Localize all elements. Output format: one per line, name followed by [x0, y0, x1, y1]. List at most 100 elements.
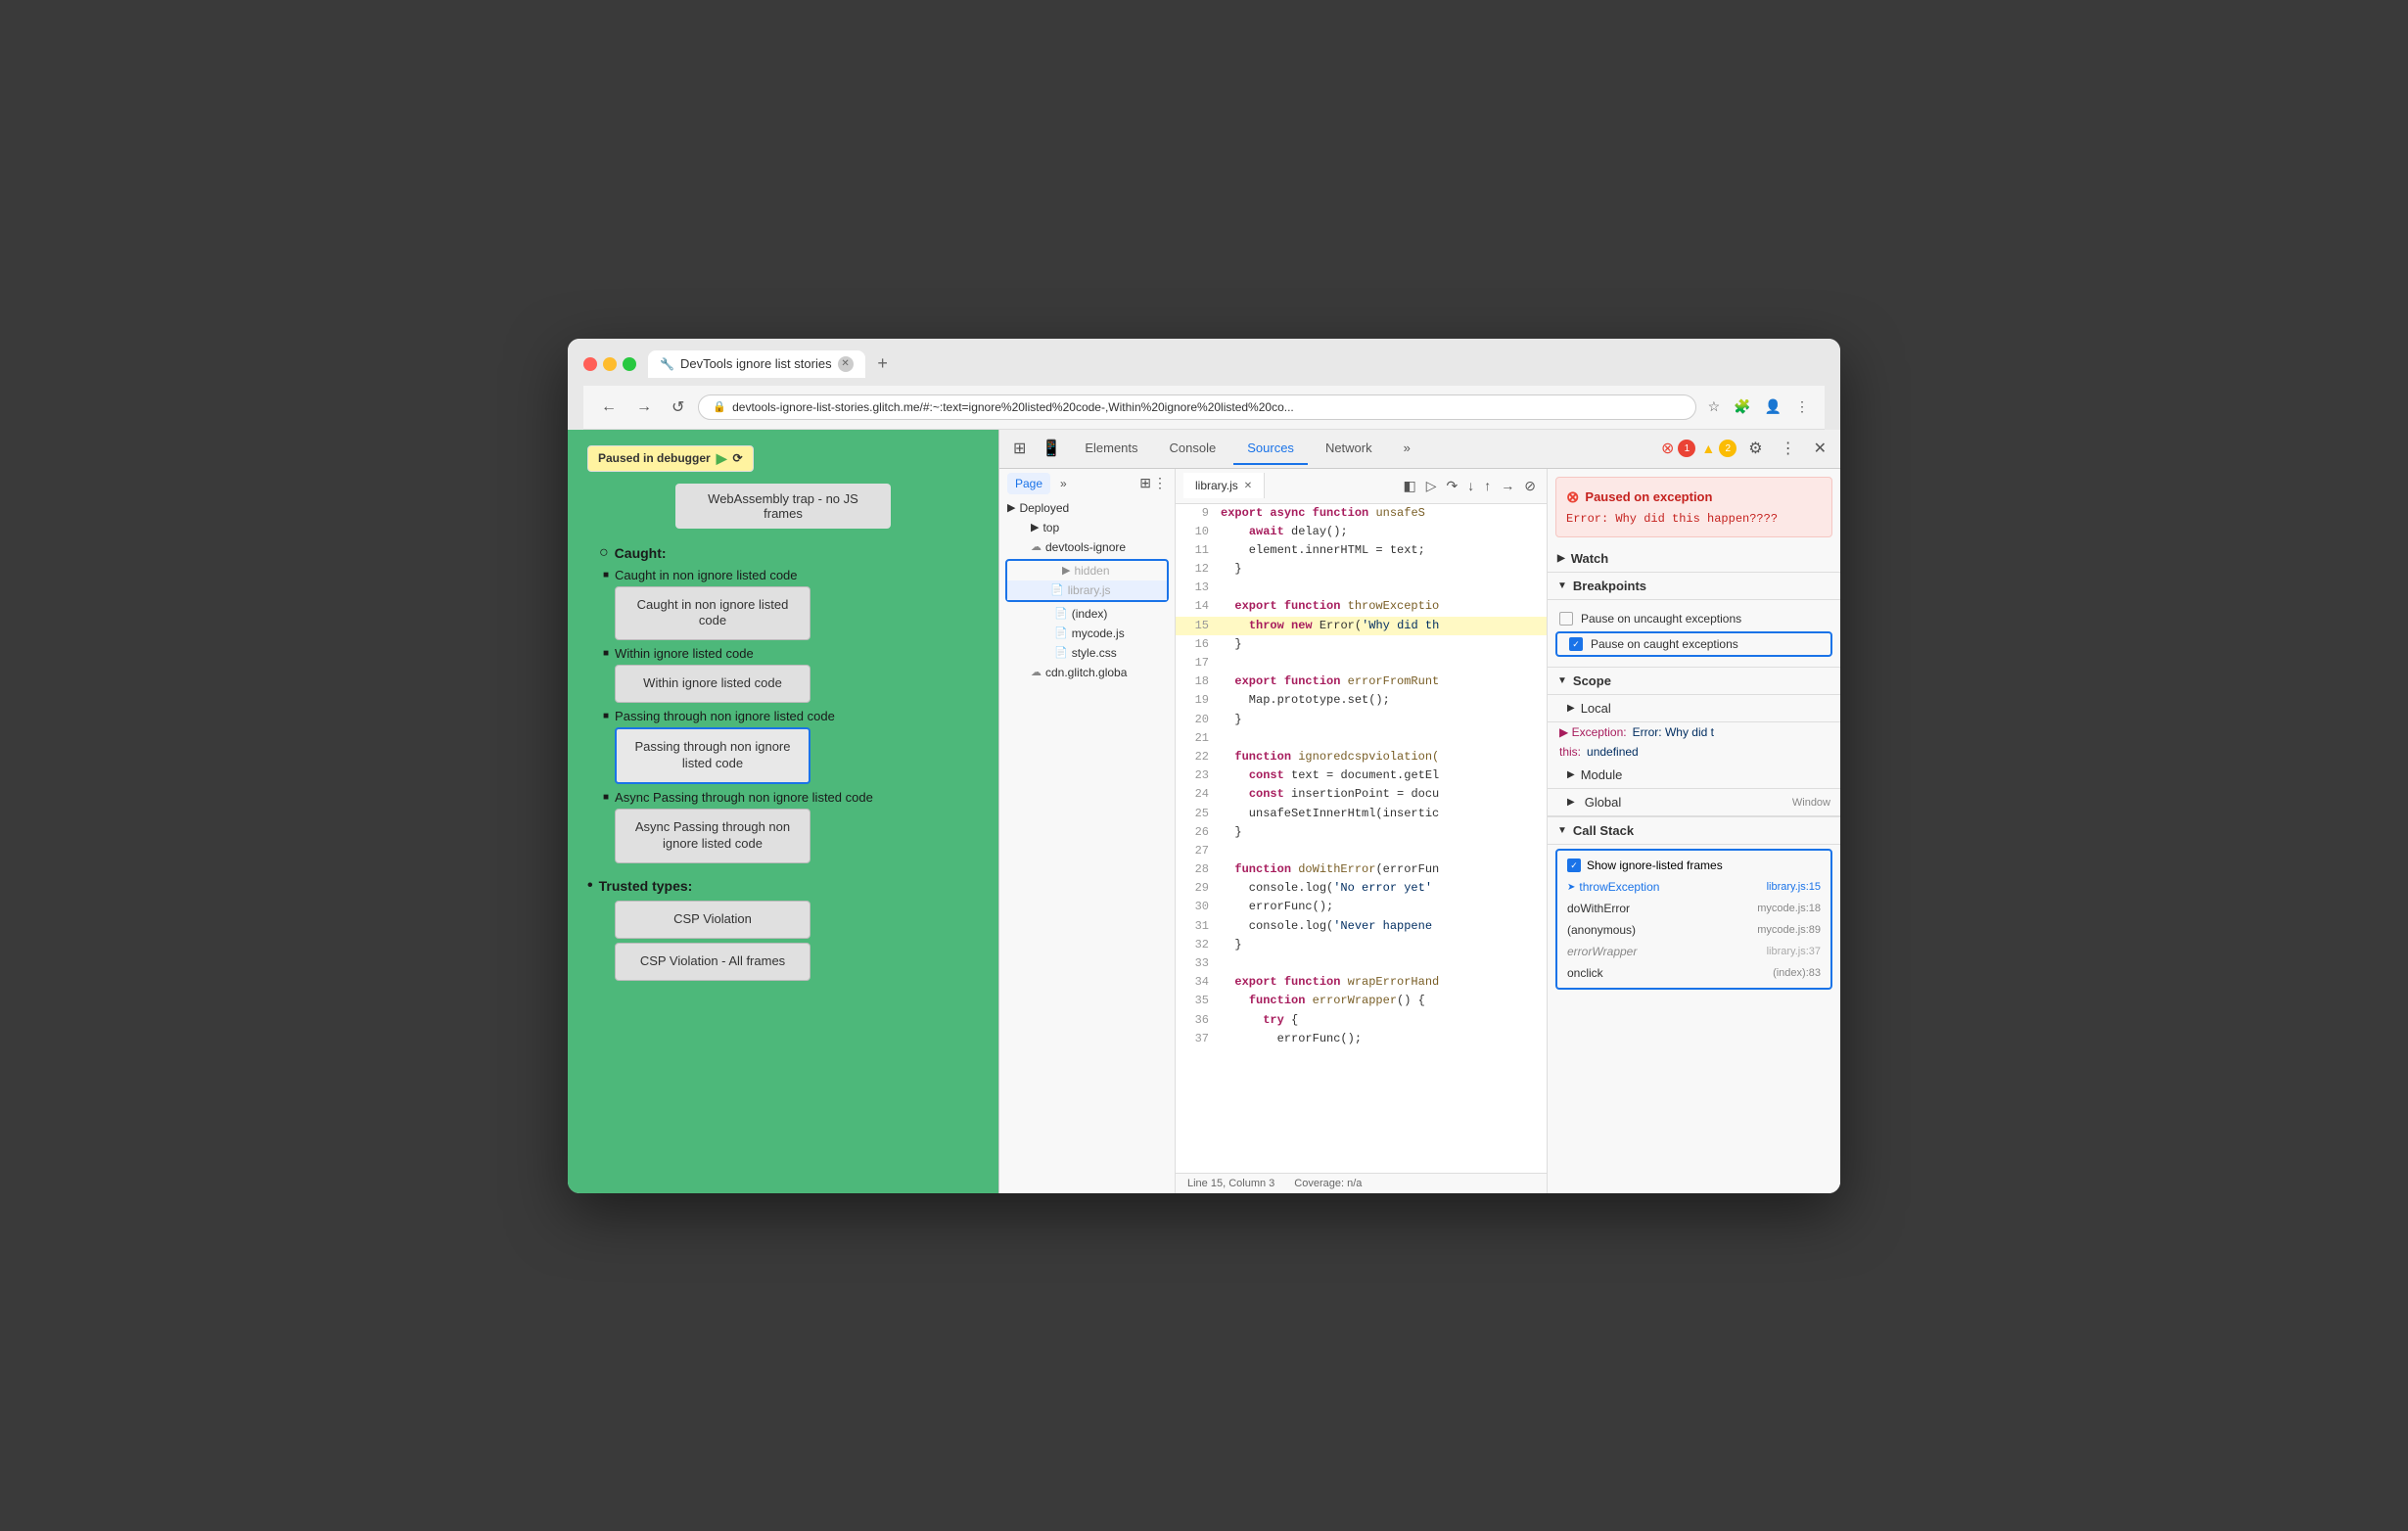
- code-line-25: 25 unsafeSetInnerHtml(insertic: [1176, 805, 1547, 823]
- step-over-btn[interactable]: ↷: [1444, 475, 1461, 497]
- cs-loc-0: library.js:15: [1767, 881, 1821, 893]
- deployed-folder[interactable]: ▶ Deployed: [999, 498, 1175, 518]
- passing-through-button[interactable]: Passing through non ignore listed code: [615, 727, 810, 784]
- caught-non-ignore-button[interactable]: Caught in non ignore listed code: [615, 586, 810, 641]
- csp-violation-button[interactable]: CSP Violation: [615, 901, 810, 939]
- code-line-10: 10 await delay();: [1176, 523, 1547, 541]
- watch-section-header[interactable]: ▶ Watch: [1548, 545, 1840, 573]
- step-next-btn[interactable]: →: [1498, 475, 1517, 496]
- local-scope-header[interactable]: ▶ Local: [1548, 695, 1840, 722]
- page-tab[interactable]: Page: [1007, 473, 1050, 494]
- file-tree: Page » ⊞ ⋮ ▶ Deployed ▶ top: [999, 469, 1176, 1193]
- top-folder[interactable]: ▶ top: [1011, 518, 1175, 537]
- tab-console[interactable]: Console: [1156, 433, 1230, 465]
- code-line-11: 11 element.innerHTML = text;: [1176, 541, 1547, 560]
- play-icon[interactable]: ▶: [717, 450, 727, 467]
- line-code-34: export function wrapErrorHand: [1221, 973, 1439, 992]
- line-code-10: await delay();: [1221, 523, 1348, 541]
- tab-close-button[interactable]: ✕: [838, 356, 854, 372]
- hidden-folder[interactable]: ▶ hidden: [1031, 561, 1167, 580]
- devtools-device-button[interactable]: 📱: [1036, 435, 1067, 462]
- forward-button[interactable]: →: [630, 394, 658, 420]
- callstack-header[interactable]: ▼ Call Stack: [1548, 817, 1840, 845]
- global-scope-header[interactable]: ▶ Global Window: [1548, 789, 1840, 816]
- module-scope-header[interactable]: ▶ Module: [1548, 762, 1840, 789]
- line-code-29: console.log('No error yet': [1221, 879, 1432, 898]
- exception-error-icon: ⊗: [1566, 487, 1579, 507]
- refresh-button[interactable]: ↺: [666, 394, 690, 421]
- editor-right-toggle[interactable]: ▷: [1423, 475, 1440, 497]
- step-icon[interactable]: ⟳: [732, 451, 742, 465]
- cdn-folder[interactable]: ☁ cdn.glitch.globa: [1011, 663, 1175, 682]
- cs-item-4[interactable]: onclick (index):83: [1557, 962, 1830, 984]
- pause-caught-checkbox[interactable]: ✓: [1569, 637, 1583, 651]
- within-ignore-button[interactable]: Within ignore listed code: [615, 665, 810, 703]
- cs-item-2[interactable]: (anonymous) mycode.js:89: [1557, 919, 1830, 941]
- index-file[interactable]: 📄 (index): [1023, 604, 1175, 624]
- editor-tab-close[interactable]: ✕: [1244, 481, 1252, 491]
- devtools-ignore-folder[interactable]: ☁ devtools-ignore: [1011, 537, 1175, 557]
- global-window-label: Window: [1792, 797, 1830, 809]
- more-sources-tab[interactable]: »: [1052, 473, 1075, 494]
- devtools-inspect-button[interactable]: ⊞: [1007, 435, 1032, 462]
- address-bar[interactable]: 🔒 devtools-ignore-list-stories.glitch.me…: [698, 394, 1695, 420]
- library-js-file[interactable]: 📄 library.js: [1007, 580, 1167, 600]
- line-code-30: errorFunc();: [1221, 898, 1333, 916]
- close-button[interactable]: [583, 357, 597, 371]
- code-line-35: 35 function errorWrapper() {: [1176, 992, 1547, 1010]
- pause-uncaught-item[interactable]: Pause on uncaught exceptions: [1548, 608, 1840, 629]
- line-num-23: 23: [1180, 766, 1209, 785]
- within-ignore-label: ■ Within ignore listed code: [603, 646, 979, 661]
- profile-button[interactable]: 👤: [1761, 394, 1785, 419]
- code-area[interactable]: 9 export async function unsafeS 10 await…: [1176, 504, 1547, 1173]
- extensions-button[interactable]: 🧩: [1730, 394, 1754, 419]
- step-out-btn[interactable]: ↑: [1481, 475, 1494, 496]
- close-devtools-button[interactable]: ✕: [1808, 435, 1832, 462]
- breakpoints-section-header[interactable]: ▼ Breakpoints: [1548, 573, 1840, 600]
- watch-triangle-icon: ▶: [1557, 553, 1565, 564]
- active-tab[interactable]: 🔧 DevTools ignore list stories ✕: [648, 350, 865, 378]
- pause-uncaught-checkbox[interactable]: [1559, 612, 1573, 626]
- library-js-tab[interactable]: library.js ✕: [1183, 473, 1265, 498]
- new-source-button[interactable]: ⊞: [1139, 473, 1151, 494]
- async-passing-button[interactable]: Async Passing through non ignore listed …: [615, 809, 810, 863]
- module-label: Module: [1581, 767, 1623, 782]
- mycode-js-file[interactable]: 📄 mycode.js: [1023, 624, 1175, 643]
- back-button[interactable]: ←: [595, 394, 623, 420]
- maximize-button[interactable]: [623, 357, 636, 371]
- code-line-29: 29 console.log('No error yet': [1176, 879, 1547, 898]
- code-line-19: 19 Map.prototype.set();: [1176, 691, 1547, 710]
- line-num-16: 16: [1180, 635, 1209, 654]
- tab-more[interactable]: »: [1390, 433, 1424, 465]
- line-num-34: 34: [1180, 973, 1209, 992]
- deactivate-btn[interactable]: ⊘: [1521, 475, 1539, 497]
- hidden-label: hidden: [1074, 564, 1109, 578]
- code-line-9: 9 export async function unsafeS: [1176, 504, 1547, 523]
- cs-item-1[interactable]: doWithError mycode.js:18: [1557, 898, 1830, 919]
- sidebar-toggle-button[interactable]: ◧: [1401, 475, 1419, 497]
- more-menu-button[interactable]: ⋮: [1791, 394, 1813, 419]
- csp-violation-all-button[interactable]: CSP Violation - All frames: [615, 943, 810, 981]
- tab-sources[interactable]: Sources: [1233, 433, 1308, 465]
- show-ignore-row[interactable]: ✓ Show ignore-listed frames: [1557, 855, 1830, 876]
- step-into-btn[interactable]: ↓: [1464, 475, 1477, 496]
- settings-button[interactable]: ⚙: [1742, 435, 1768, 462]
- minimize-button[interactable]: [603, 357, 617, 371]
- main-content: Paused in debugger ▶ ⟳ WebAssembly trap …: [568, 430, 1840, 1193]
- tab-elements[interactable]: Elements: [1071, 433, 1151, 465]
- callstack-box: ✓ Show ignore-listed frames ➤ throwExcep…: [1555, 849, 1832, 990]
- style-css-icon: 📄: [1054, 646, 1068, 659]
- tab-network[interactable]: Network: [1312, 433, 1386, 465]
- pause-caught-item[interactable]: ✓ Pause on caught exceptions: [1557, 633, 1830, 655]
- cs-item-0[interactable]: ➤ throwException library.js:15: [1557, 876, 1830, 898]
- cs-item-3[interactable]: errorWrapper library.js:37: [1557, 941, 1830, 962]
- bookmark-button[interactable]: ☆: [1704, 394, 1725, 419]
- scope-section-header[interactable]: ▼ Scope: [1548, 668, 1840, 695]
- new-tab-button[interactable]: +: [869, 350, 897, 378]
- style-css-file[interactable]: 📄 style.css: [1023, 643, 1175, 663]
- show-ignore-checkbox[interactable]: ✓: [1567, 858, 1581, 872]
- line-num-30: 30: [1180, 898, 1209, 916]
- more-file-options[interactable]: ⋮: [1153, 473, 1167, 494]
- code-editor: library.js ✕ ◧ ▷ ↷ ↓ ↑ → ⊘: [1176, 469, 1547, 1193]
- kebab-menu-button[interactable]: ⋮: [1775, 435, 1802, 462]
